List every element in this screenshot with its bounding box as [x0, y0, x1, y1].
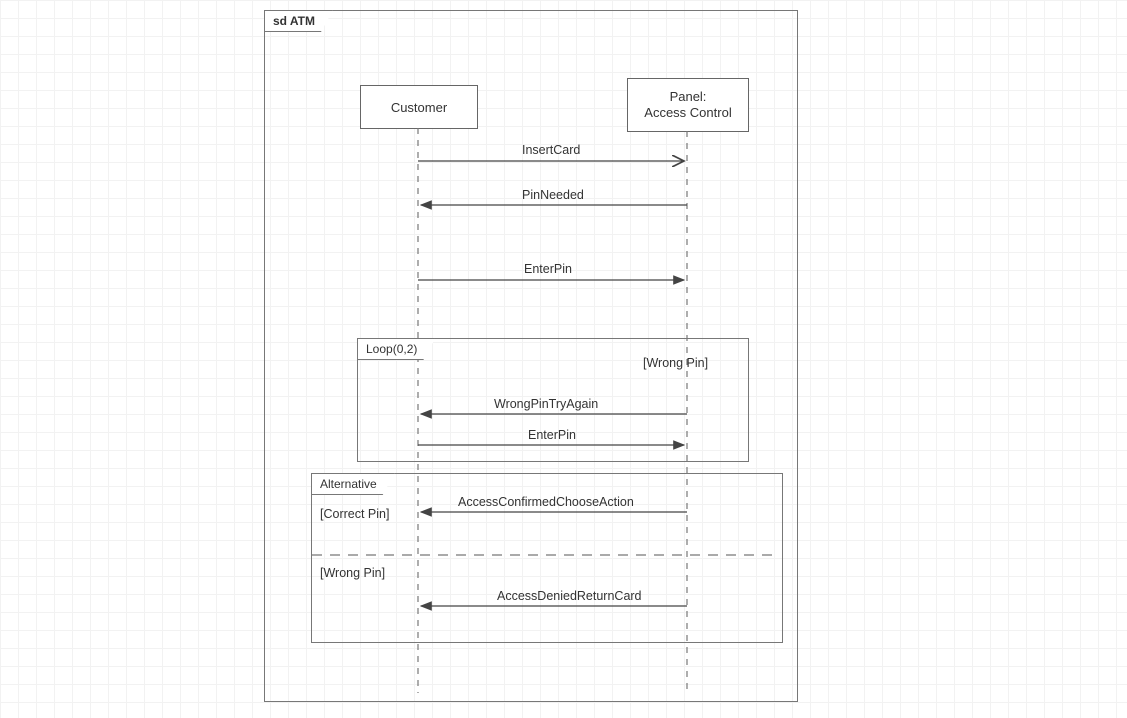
- alt-fragment[interactable]: [311, 473, 783, 643]
- alt-fragment-label: Alternative: [311, 473, 395, 495]
- sequence-diagram-canvas: sd ATM Customer Panel: Access Control: [0, 0, 1127, 718]
- msg-insertcard: InsertCard: [522, 143, 580, 157]
- loop-fragment-label: Loop(0,2): [357, 338, 435, 360]
- loop-guard: [Wrong Pin]: [643, 356, 708, 370]
- alt-guard-correct: [Correct Pin]: [320, 507, 389, 521]
- alt-guard-wrong: [Wrong Pin]: [320, 566, 385, 580]
- alt-label: Alternative: [320, 477, 377, 491]
- loop-label: Loop(0,2): [366, 342, 417, 356]
- msg-enterpin: EnterPin: [524, 262, 572, 276]
- msg-pinneeded: PinNeeded: [522, 188, 584, 202]
